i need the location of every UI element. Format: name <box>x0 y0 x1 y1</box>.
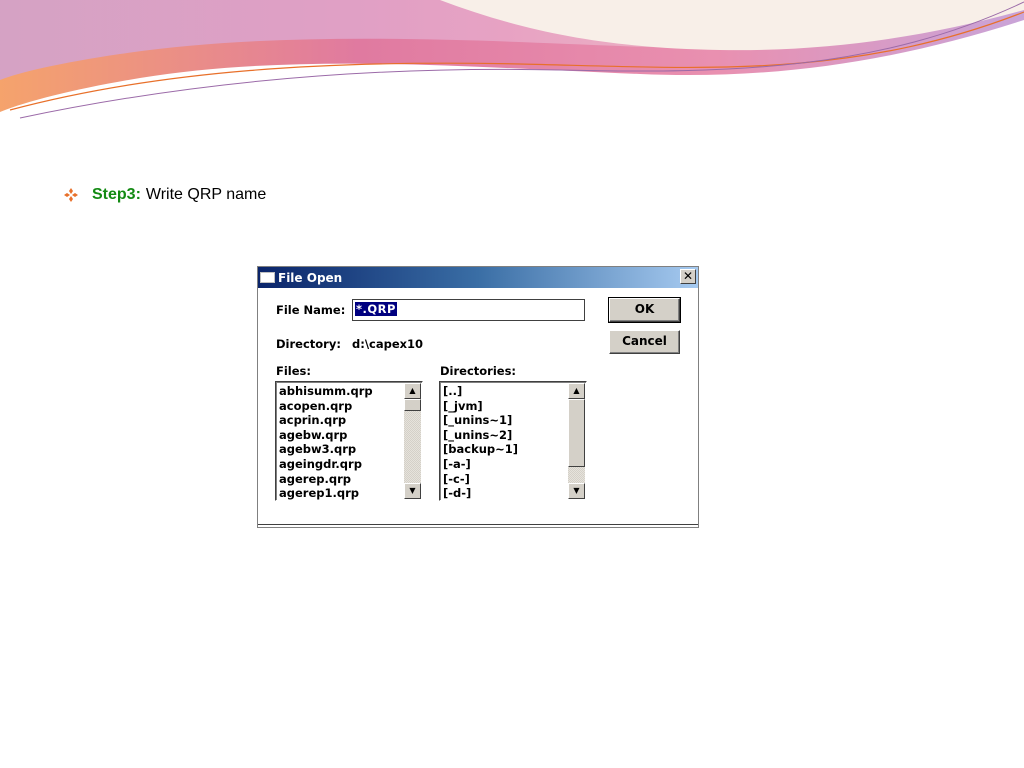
file-list-item[interactable]: agerep.qrp <box>279 472 402 487</box>
directories-listbox[interactable]: [..] [_jvm] [_unins~1] [_unins~2] [backup~1]… <box>439 381 587 501</box>
directory-list-item[interactable]: [_unins~1] <box>443 413 566 428</box>
directory-label: Directory: <box>276 337 341 351</box>
directory-list-item[interactable]: [-d-] <box>443 486 566 501</box>
file-name-value: *.QRP <box>355 302 397 316</box>
file-name-input[interactable]: *.QRP <box>352 299 585 321</box>
file-list-item[interactable]: ageingdr.qrp <box>279 457 402 472</box>
directories-scrollbar[interactable]: ▲ ▼ <box>568 383 585 499</box>
dialog-title: File Open <box>278 270 343 285</box>
file-list-item[interactable]: agerep1.qrp <box>279 486 402 501</box>
dialog-titlebar[interactable]: File Open ✕ <box>258 267 698 288</box>
directory-list-item[interactable]: [_jvm] <box>443 399 566 414</box>
file-open-dialog: File Open ✕ File Name: *.QRP OK Cancel D… <box>257 266 699 528</box>
directory-list-item[interactable]: [..] <box>443 384 566 399</box>
diamond-bullet-icon <box>64 188 78 202</box>
file-list-item[interactable]: agebw.qrp <box>279 428 402 443</box>
step-text: Write QRP name <box>145 186 267 203</box>
window-icon <box>260 272 275 283</box>
scroll-up-icon[interactable]: ▲ <box>568 383 585 399</box>
file-list-item[interactable]: acopen.qrp <box>279 399 402 414</box>
step-label: Step3: <box>92 186 141 203</box>
files-scrollbar[interactable]: ▲ ▼ <box>404 383 421 499</box>
directories-list: [..] [_jvm] [_unins~1] [_unins~2] [backup~1]… <box>443 384 566 501</box>
file-list-item[interactable]: abhisumm.qrp <box>279 384 402 399</box>
file-name-label: File Name: <box>276 303 346 317</box>
directory-list-item[interactable]: [_unins~2] <box>443 428 566 443</box>
cancel-button[interactable]: Cancel <box>609 330 680 354</box>
directory-list-item[interactable]: [backup~1] <box>443 442 566 457</box>
scroll-down-icon[interactable]: ▼ <box>568 483 585 499</box>
files-list: abhisumm.qrp acopen.qrp acprin.qrp agebw.qr… <box>279 384 402 501</box>
files-scroll-thumb[interactable] <box>404 399 421 411</box>
step-bullet-line: Step3: Write QRP name <box>64 186 266 204</box>
directory-list-item[interactable]: [-a-] <box>443 457 566 472</box>
files-listbox[interactable]: abhisumm.qrp acopen.qrp acprin.qrp agebw.qr… <box>275 381 423 501</box>
directories-label: Directories: <box>440 364 517 378</box>
file-list-item[interactable]: acprin.qrp <box>279 413 402 428</box>
directory-value: d:\capex10 <box>352 337 424 351</box>
directories-scroll-thumb[interactable] <box>568 399 585 467</box>
directory-list-item[interactable]: [-c-] <box>443 472 566 487</box>
header-swoosh-decoration <box>0 0 1024 119</box>
scroll-down-icon[interactable]: ▼ <box>404 483 421 499</box>
dialog-bottom-edge <box>258 524 698 527</box>
file-list-item[interactable]: agebw3.qrp <box>279 442 402 457</box>
close-icon[interactable]: ✕ <box>680 269 696 284</box>
scroll-up-icon[interactable]: ▲ <box>404 383 421 399</box>
ok-button[interactable]: OK <box>608 297 681 323</box>
files-label: Files: <box>276 364 311 378</box>
